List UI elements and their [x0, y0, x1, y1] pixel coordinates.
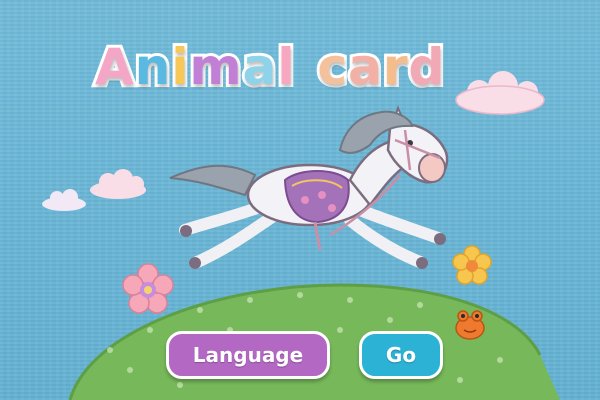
title-letter: l	[274, 35, 297, 99]
title-screen: Animal card Language Go	[0, 0, 600, 400]
language-button-label: Language	[192, 343, 304, 367]
title-letter: A	[92, 35, 137, 99]
title-letter: r	[380, 35, 411, 99]
flower-icon	[452, 245, 492, 285]
title-letter: n	[132, 35, 174, 99]
cloud-icon	[455, 71, 545, 115]
flower-icon	[122, 263, 174, 314]
cloud-icon	[90, 169, 146, 199]
game-title: Animal card	[92, 35, 448, 99]
go-button[interactable]: Go	[359, 331, 443, 379]
cloud-icon	[42, 189, 86, 211]
title-letter: a	[345, 35, 385, 99]
title-letter: c	[314, 35, 350, 99]
title-letter: i	[168, 35, 191, 99]
title-letter: d	[406, 35, 448, 99]
title-letter: a	[240, 35, 280, 99]
horse-illustration	[169, 105, 449, 269]
go-button-label: Go	[385, 343, 417, 367]
title-letter: m	[186, 35, 244, 99]
language-button[interactable]: Language	[166, 331, 330, 379]
